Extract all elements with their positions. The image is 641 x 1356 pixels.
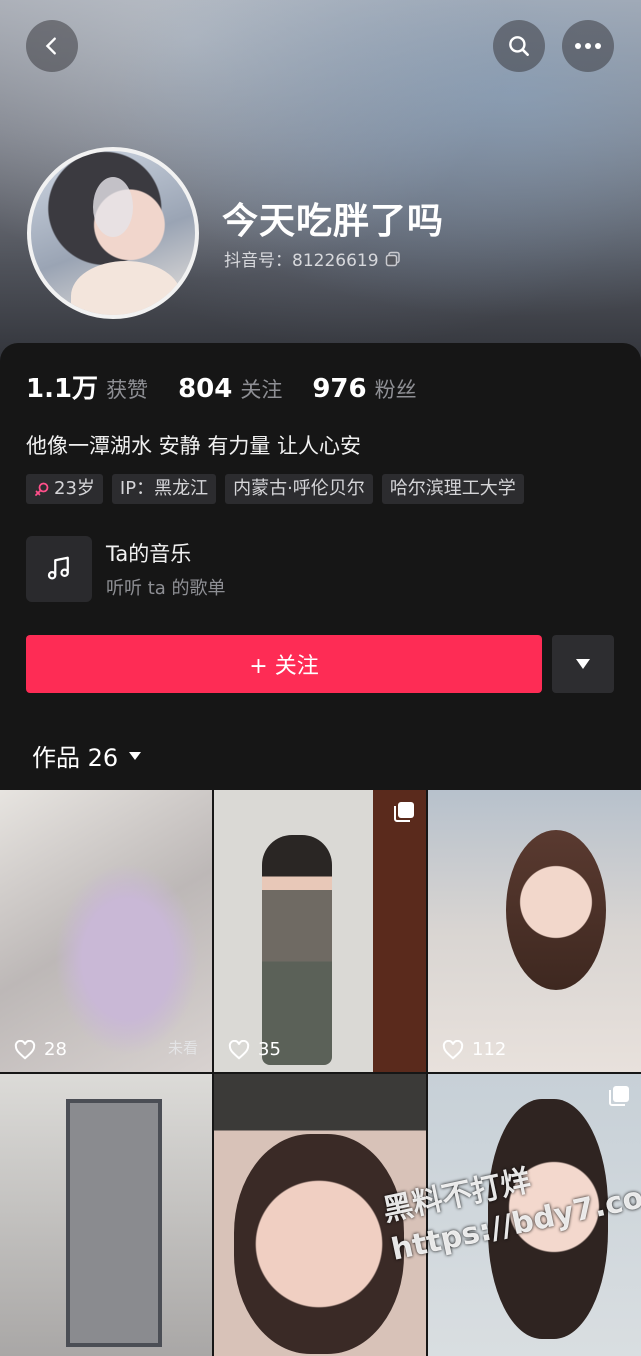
- video-likes: 28: [14, 1039, 67, 1060]
- copy-icon[interactable]: [385, 251, 401, 267]
- likes-label: 获赞: [106, 378, 149, 402]
- bio: 他像一潭湖水 安静 有力量 让人心安: [26, 434, 362, 458]
- female-icon: [35, 482, 49, 496]
- following-count[interactable]: 804: [178, 374, 232, 404]
- followers-label: 粉丝: [374, 378, 417, 402]
- recommend-dropdown-button[interactable]: [552, 635, 614, 693]
- video-likes: 112: [442, 1039, 506, 1060]
- heart-icon: [14, 1039, 36, 1059]
- ip-tag: IP：黑龙江: [111, 474, 217, 504]
- search-button[interactable]: [493, 20, 545, 72]
- back-button[interactable]: [26, 20, 78, 72]
- video-thumbnail[interactable]: 35: [214, 790, 426, 1072]
- unwatched-badge: 未看: [167, 1039, 198, 1057]
- heart-icon: [442, 1039, 464, 1059]
- profile-tags: 23岁 IP：黑龙江 内蒙古·呼伦贝尔 哈尔滨理工大学: [26, 474, 524, 504]
- douyin-id-text: 抖音号：81226619: [224, 251, 379, 271]
- video-thumbnail[interactable]: 112: [428, 790, 641, 1072]
- works-tab[interactable]: 作品 26: [32, 738, 142, 773]
- multi-image-icon: [609, 1086, 629, 1106]
- more-button[interactable]: [562, 20, 614, 72]
- video-likes: 35: [228, 1039, 281, 1060]
- back-icon: [45, 37, 56, 55]
- stats-row: 1.1万 获赞 804 关注 976 粉丝: [26, 368, 447, 405]
- works-tab-label: 作品 26: [32, 744, 119, 772]
- triangle-down-icon: [576, 659, 590, 669]
- video-thumbnail[interactable]: 28 未看: [0, 790, 212, 1072]
- search-icon: [509, 36, 529, 56]
- age-tag: 23岁: [26, 474, 103, 504]
- nickname: 今天吃胖了吗: [222, 201, 445, 242]
- location-tag: 内蒙古·呼伦贝尔: [225, 474, 373, 504]
- more-icon: [575, 43, 601, 49]
- video-thumbnail[interactable]: [0, 1074, 212, 1356]
- video-grid: 28 未看 35 112: [0, 790, 641, 1356]
- music-note-icon: [26, 536, 92, 602]
- school-tag[interactable]: 哈尔滨理工大学: [381, 474, 524, 504]
- follow-button[interactable]: + 关注: [26, 635, 542, 693]
- music-entry[interactable]: Ta的音乐 听听 ta 的歌单: [26, 536, 226, 602]
- douyin-id: 抖音号：81226619: [224, 246, 401, 271]
- heart-icon: [228, 1039, 250, 1059]
- music-title: Ta的音乐: [106, 542, 192, 566]
- avatar[interactable]: [27, 147, 199, 319]
- follow-button-label: + 关注: [249, 654, 319, 679]
- following-label: 关注: [240, 378, 283, 402]
- followers-count[interactable]: 976: [312, 374, 366, 404]
- music-subtitle: 听听 ta 的歌单: [106, 578, 226, 599]
- likes-count[interactable]: 1.1万: [26, 368, 98, 405]
- caret-down-icon: [129, 751, 142, 760]
- multi-image-icon: [394, 802, 414, 822]
